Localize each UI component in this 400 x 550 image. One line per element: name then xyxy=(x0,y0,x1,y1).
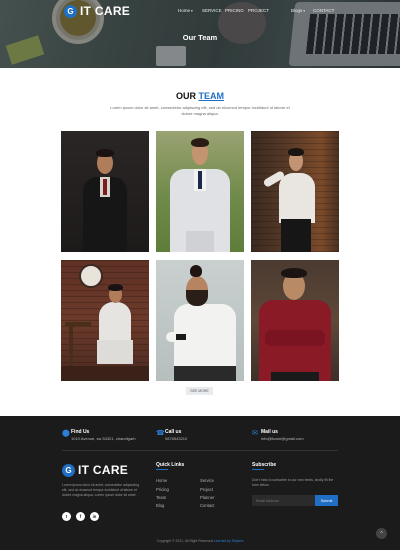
logo-icon: G xyxy=(62,463,75,477)
site-logo[interactable]: G IT CARE xyxy=(64,4,130,18)
nav-home[interactable]: Home▾ xyxy=(178,8,193,13)
site-footer: ⬤ Find Us 1010 Avenue, sw 54321, chandig… xyxy=(0,416,400,550)
back-to-top-icon[interactable]: ^ xyxy=(376,528,387,539)
phone-icon: ☎ xyxy=(156,430,165,437)
nav-project[interactable]: PROJECT xyxy=(248,8,269,13)
nav-contact[interactable]: CONTACT xyxy=(313,8,334,13)
subscribe-title: Subscribe xyxy=(252,462,277,468)
footer-link-pricing[interactable]: Pricing xyxy=(156,487,169,492)
nav-blogs[interactable]: Blogs▾ xyxy=(291,8,305,13)
team-member-photo[interactable] xyxy=(61,260,149,381)
social-links: t f in xyxy=(62,512,99,521)
contact-label: Mail us xyxy=(261,429,278,435)
team-member-photo[interactable] xyxy=(251,131,339,252)
credit-link[interactable]: Learned by Shipera xyxy=(214,539,244,543)
footer-divider xyxy=(62,450,338,451)
contact-value[interactable]: info@itcare@gmail.com xyxy=(261,436,304,441)
linkedin-icon[interactable]: in xyxy=(90,512,99,521)
team-heading: OUR TEAM xyxy=(175,91,224,101)
footer-link-blog[interactable]: Blog xyxy=(156,503,164,508)
see-more-button[interactable]: SEE MORE xyxy=(186,387,213,395)
team-member-photo[interactable] xyxy=(156,131,244,252)
submit-button[interactable]: Submit xyxy=(315,495,338,506)
twitter-icon[interactable]: t xyxy=(62,512,71,521)
hero-banner: G IT CARE Home▾ SERVICE PRICING PROJECT … xyxy=(0,0,400,68)
quick-links-title: Quick Links xyxy=(156,462,185,468)
logo-icon: G xyxy=(64,4,77,18)
copyright: Copyright © 2021, All Right Reserved Lea… xyxy=(156,539,244,543)
mail-icon: ✉ xyxy=(252,430,258,437)
logo-text: IT CARE xyxy=(80,4,131,18)
chevron-down-icon: ▾ xyxy=(191,9,193,13)
footer-link-team[interactable]: Team xyxy=(156,495,166,500)
footer-link-contact[interactable]: Contact xyxy=(200,503,214,508)
nav-service[interactable]: SERVICE xyxy=(202,8,222,13)
team-member-photo[interactable] xyxy=(61,131,149,252)
team-member-photo[interactable] xyxy=(251,260,339,381)
contact-value[interactable]: 9876543210 xyxy=(165,436,187,441)
contact-label: Find Us xyxy=(71,429,90,435)
footer-logo[interactable]: G IT CARE xyxy=(62,463,128,477)
title-underline xyxy=(156,469,168,470)
footer-link-project[interactable]: Project xyxy=(200,487,213,492)
footer-link-service[interactable]: Service xyxy=(200,478,214,483)
contact-label: Call us xyxy=(165,429,182,435)
title-underline xyxy=(252,469,264,470)
team-member-photo[interactable] xyxy=(156,260,244,381)
page-title: Our Team xyxy=(182,33,218,42)
subscribe-text: Don't miss to subscribe to our new feeds… xyxy=(252,478,334,487)
chevron-down-icon: ▾ xyxy=(303,9,306,13)
map-marker-icon: ⬤ xyxy=(62,430,70,437)
email-input[interactable] xyxy=(252,495,315,506)
team-subtitle: Lorem ipsum dolor sit amet, consectetur … xyxy=(110,105,290,116)
footer-link-planner[interactable]: Planner xyxy=(200,495,214,500)
logo-text: IT CARE xyxy=(78,463,129,477)
contact-value: 1010 Avenue, sw 54321, chandigarh xyxy=(71,436,136,441)
footer-about-text: Lorem ipsum dolor sit amet, consectetur … xyxy=(62,483,140,497)
footer-link-home[interactable]: Home xyxy=(156,478,167,483)
nav-pricing[interactable]: PRICING xyxy=(225,8,244,13)
facebook-icon[interactable]: f xyxy=(76,512,85,521)
